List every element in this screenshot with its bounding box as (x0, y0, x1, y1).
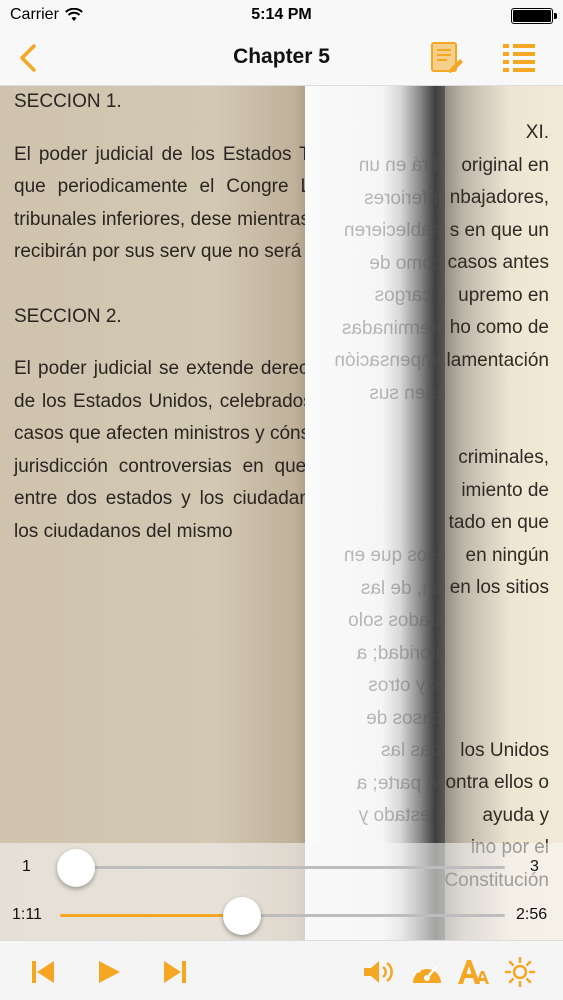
next-page-line: los Unidos (460, 739, 549, 761)
mirrored-line: sea parte; a (356, 772, 445, 794)
next-page-line: ho como de (449, 317, 549, 338)
page-curl[interactable]: sidirá en un s inferiores establecieren s c… (305, 86, 445, 940)
total-time: 2:56 (516, 906, 548, 923)
next-page-line: tado en que (448, 512, 549, 533)
play-button[interactable] (92, 955, 126, 989)
page-text: SECCION 1. El poder judicial de los Esta… (14, 86, 310, 580)
mirrored-line (307, 508, 445, 541)
table-of-contents-button[interactable] (500, 40, 538, 76)
mirrored-line: s inferiores (364, 187, 445, 209)
skip-forward-button[interactable] (158, 955, 192, 989)
next-page-line (430, 702, 549, 735)
sun-icon (504, 956, 536, 988)
mirrored-line (307, 410, 445, 443)
notes-button[interactable] (428, 39, 464, 77)
mirrored-line: s casos de (366, 707, 445, 729)
time-slider-thumb[interactable] (223, 897, 262, 935)
playback-controls: 1 3 1:11 2:56 (0, 843, 563, 940)
next-page-line: ontra ellos o (445, 772, 549, 793)
next-page-line (430, 605, 549, 638)
page-slider-max: 3 (530, 858, 539, 875)
next-page-line: lamentación (446, 349, 549, 371)
section-heading: SECCION 1. (14, 91, 122, 112)
next-page-line: ayuda y (482, 804, 549, 826)
brightness-button[interactable] (503, 955, 537, 989)
play-icon (99, 961, 120, 983)
mirrored-line: peñen sus (369, 382, 445, 404)
next-page-line: en los sitios (449, 577, 549, 598)
next-page-line (430, 377, 549, 410)
elapsed-time: 1:11 (12, 906, 42, 923)
next-page-line: imiento de (461, 479, 549, 501)
page-slider[interactable] (60, 866, 505, 869)
mirrored-line: us cargos (374, 285, 445, 306)
mirrored-line: res y otros (368, 675, 445, 696)
mirrored-page-text: sidirá en un s inferiores establecieren s c… (307, 150, 445, 930)
skip-back-icon (32, 961, 54, 983)
mirrored-line: compensación (334, 350, 445, 371)
page-slider-min: 1 (22, 858, 31, 875)
time-slider[interactable] (60, 914, 505, 917)
navigation-bar: Chapter 5 (0, 30, 563, 86)
page-slider-thumb[interactable] (57, 849, 95, 887)
next-page-line: original en (461, 154, 549, 176)
mirrored-line: todas las (380, 740, 445, 761)
next-page-line: XI. (525, 122, 549, 143)
font-size-button[interactable] (456, 955, 490, 989)
mirrored-line: un estado y (358, 805, 445, 826)
next-page-edge: XI. original en nbajadores, s en que un caso… (430, 86, 563, 940)
mirrored-line: tratados solo (348, 610, 445, 631)
page-title: Chapter 5 (233, 45, 330, 68)
speed-button[interactable] (410, 955, 444, 989)
next-page-text: XI. original en nbajadores, s en que un caso… (430, 117, 549, 897)
mirrored-line (307, 475, 445, 508)
next-page-line: criminales, (458, 447, 549, 468)
note-edit-icon (431, 42, 463, 73)
mirrored-line: s como de (369, 252, 445, 274)
skip-forward-icon (164, 961, 186, 983)
next-page-line: en ningún (465, 544, 549, 566)
section-paragraph: El poder judicial de los Estados Tribuna… (14, 143, 310, 263)
skip-back-button[interactable] (26, 955, 60, 989)
mirrored-line: sidirá en un (358, 155, 445, 176)
section-heading: SECCION 2. (14, 305, 122, 327)
next-page-line: upremo en (458, 284, 549, 306)
mirrored-line: ción, de las (360, 577, 445, 599)
mirrored-line: determinadas (341, 317, 445, 339)
next-page-line: nbajadores, (449, 187, 549, 208)
current-page: SECCION 1. El poder judicial de los Esta… (0, 86, 310, 940)
book-page[interactable]: SECCION 1. El poder judicial de los Esta… (0, 86, 563, 940)
next-page-line: s en que un (449, 219, 549, 241)
reader-screen: Carrier 5:14 PM Chapter 5 SECCION 1. El … (0, 0, 563, 1000)
status-bar: Carrier 5:14 PM (0, 0, 563, 30)
volume-button[interactable] (362, 955, 396, 989)
next-page-line: casos antes (447, 252, 549, 273)
next-page-line (430, 637, 549, 670)
next-page-line (430, 670, 549, 703)
section-paragraph: El poder judicial se extende derecho y e… (14, 358, 310, 542)
list-icon (503, 44, 535, 72)
speedometer-icon (413, 965, 441, 983)
speaker-icon (364, 961, 393, 983)
battery-icon (511, 8, 557, 24)
bottom-toolbar (0, 940, 563, 1000)
mirrored-line: establecieren (343, 220, 445, 241)
font-size-icon (458, 960, 489, 984)
mirrored-line: autoridad; a (356, 642, 445, 664)
mirrored-line: casos que en (343, 545, 445, 566)
status-time: 5:14 PM (251, 6, 312, 23)
next-page-line (430, 410, 549, 443)
mirrored-line (307, 443, 445, 476)
